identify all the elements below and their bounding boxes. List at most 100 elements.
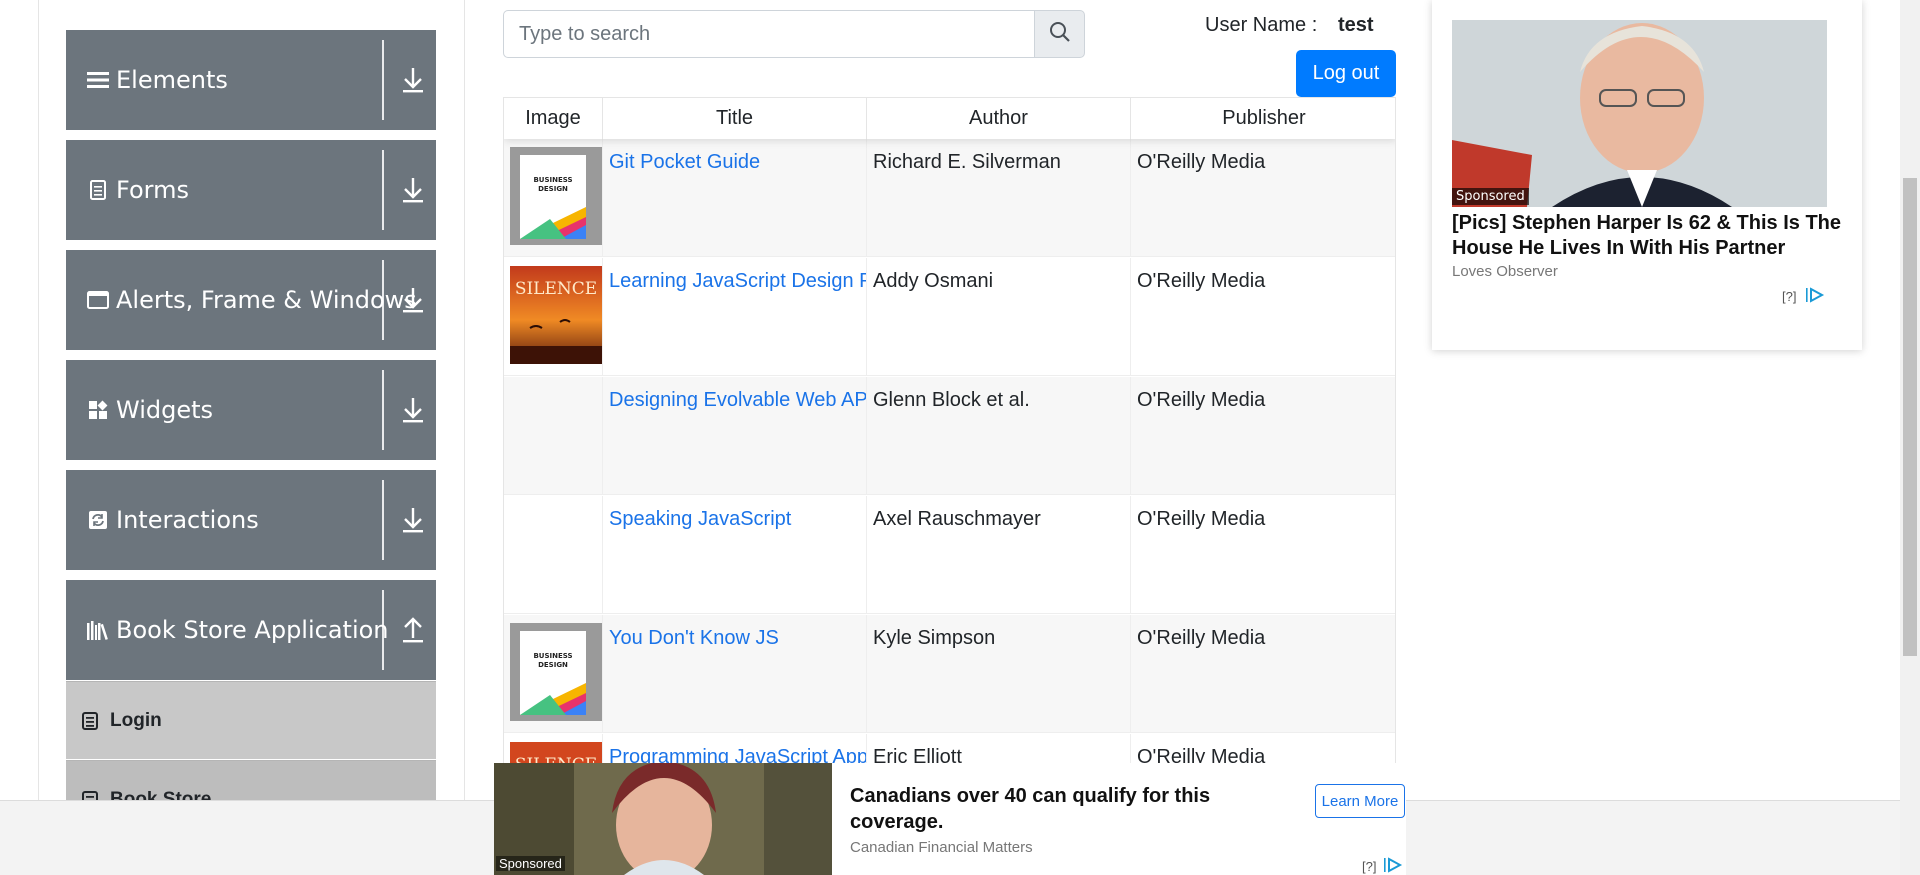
book-cover-image: SILENCE xyxy=(510,266,602,364)
chevron-down-icon[interactable] xyxy=(398,394,428,426)
book-title-link[interactable]: You Don't Know JS xyxy=(609,627,779,649)
book-publisher-cell: O'Reilly Media xyxy=(1137,151,1266,173)
svg-text:SILENCE: SILENCE xyxy=(515,279,597,299)
sponsored-ad[interactable]: Sponsored [Pics] Stephen Harper Is 62 & … xyxy=(1432,0,1862,350)
sidebar-panel: Elements Forms Alerts, Frame & Windows W… xyxy=(38,0,465,860)
sidebar-group-elements[interactable]: Elements xyxy=(66,30,436,130)
list-icon xyxy=(82,711,100,730)
sidebar-group-label: Book Store Application xyxy=(116,616,389,644)
divider xyxy=(382,40,384,120)
sidebar-group-label: Interactions xyxy=(116,506,259,534)
sidebar-group-interactions[interactable]: Interactions xyxy=(66,470,436,570)
chevron-down-icon[interactable] xyxy=(398,64,428,96)
svg-text:DESIGN: DESIGN xyxy=(538,661,568,669)
book-author-cell: Axel Rauschmayer xyxy=(867,496,1131,614)
column-header-publisher[interactable]: Publisher xyxy=(1131,98,1395,139)
divider xyxy=(382,480,384,560)
chevron-down-icon[interactable] xyxy=(398,174,428,206)
svg-text:BUSINESS: BUSINESS xyxy=(533,176,572,184)
svg-text:BUSINESS: BUSINESS xyxy=(533,652,572,660)
ad-choices-link[interactable]: [?] xyxy=(1782,289,1796,304)
bottom-sponsored-ad[interactable]: Sponsored Canadians over 40 can qualify … xyxy=(494,763,1406,875)
divider xyxy=(382,260,384,340)
sponsored-label: Sponsored xyxy=(1452,188,1529,205)
user-name-label: User Name : xyxy=(1205,14,1318,36)
user-name-value: test xyxy=(1338,14,1374,36)
divider xyxy=(382,590,384,670)
ad-headline[interactable]: [Pics] Stephen Harper Is 62 & This Is Th… xyxy=(1452,211,1847,261)
book-title-cell: You Don't Know JS xyxy=(603,615,867,733)
table-row: SILENCE Learning JavaScript Design Patte… xyxy=(504,258,1395,376)
table-header: Image Title Author Publisher xyxy=(504,98,1395,139)
svg-text:DESIGN: DESIGN xyxy=(538,185,568,193)
book-title-cell: Git Pocket Guide xyxy=(603,139,867,257)
document-icon xyxy=(84,176,112,204)
chevron-up-icon[interactable] xyxy=(398,614,428,646)
table-row: Designing Evolvable Web APIs with ASP.NE… xyxy=(504,377,1395,495)
book-publisher-cell: O'Reilly Media xyxy=(1137,270,1266,292)
book-cover-image: BUSINESS DESIGN xyxy=(510,623,602,721)
book-publisher-cell: O'Reilly Media xyxy=(1137,627,1266,649)
hamburger-icon xyxy=(84,66,112,94)
book-publisher-cell: O'Reilly Media xyxy=(1137,389,1266,411)
search-input[interactable] xyxy=(503,10,1034,58)
book-publisher-cell: O'Reilly Media xyxy=(1137,508,1266,530)
book-cover-cell: BUSINESS DESIGN xyxy=(504,139,603,257)
sidebar-item-label: Login xyxy=(110,709,162,731)
ad-headline[interactable]: Canadians over 40 can qualify for this c… xyxy=(850,783,1270,835)
book-title-cell: Learning JavaScript Design Patterns xyxy=(603,258,867,376)
book-cover-cell xyxy=(504,377,603,495)
table-row: BUSINESS DESIGN Git Pocket Guide Richard… xyxy=(504,139,1395,257)
book-author-cell: Richard E. Silverman xyxy=(867,139,1131,257)
sidebar-group-label: Alerts, Frame & Windows xyxy=(116,286,417,314)
search-button[interactable] xyxy=(1034,10,1085,58)
sponsored-label: Sponsored xyxy=(496,856,565,871)
book-cover-image: BUSINESS DESIGN xyxy=(510,147,602,245)
sidebar-group-widgets[interactable]: Widgets xyxy=(66,360,436,460)
chevron-down-icon[interactable] xyxy=(398,504,428,536)
ad-photo[interactable] xyxy=(1452,20,1827,207)
chevron-down-icon[interactable] xyxy=(398,284,428,316)
window-icon xyxy=(84,286,112,314)
book-title-cell: Designing Evolvable Web APIs with ASP.NE… xyxy=(603,377,867,495)
scrollbar-thumb[interactable] xyxy=(1903,178,1917,656)
sidebar-group-alerts[interactable]: Alerts, Frame & Windows xyxy=(66,250,436,350)
book-title-cell: Speaking JavaScript xyxy=(603,496,867,614)
ad-choices-link[interactable]: [?] xyxy=(1362,859,1376,874)
sidebar-group-forms[interactable]: Forms xyxy=(66,140,436,240)
book-cover-cell: SILENCE xyxy=(504,258,603,376)
logout-button[interactable]: Log out xyxy=(1296,50,1396,97)
sync-icon xyxy=(84,506,112,534)
book-title-link[interactable]: Designing Evolvable Web APIs with ASP.NE… xyxy=(609,389,866,411)
adchoices-icon[interactable] xyxy=(1806,287,1826,308)
column-header-image[interactable]: Image xyxy=(504,98,603,139)
sidebar-group-book-store-application[interactable]: Book Store Application xyxy=(66,580,436,680)
sidebar-group-label: Elements xyxy=(116,66,228,94)
book-cover-cell: BUSINESS DESIGN xyxy=(504,615,603,733)
book-author-cell: Glenn Block et al. xyxy=(867,377,1131,495)
book-title-link[interactable]: Git Pocket Guide xyxy=(609,151,760,173)
book-cover-cell xyxy=(504,496,603,614)
sidebar-group-label: Forms xyxy=(116,176,189,204)
ad-source: Loves Observer xyxy=(1452,263,1558,280)
table-row: Speaking JavaScript Axel Rauschmayer O'R… xyxy=(504,496,1395,614)
book-author-cell: Kyle Simpson xyxy=(867,615,1131,733)
ad-source: Canadian Financial Matters xyxy=(850,839,1033,856)
sidebar-group-label: Widgets xyxy=(116,396,214,424)
books-icon xyxy=(84,616,112,644)
books-table: Image Title Author Publisher BUSINESS DE… xyxy=(503,97,1396,875)
sidebar-item-login[interactable]: Login xyxy=(66,681,436,759)
divider xyxy=(382,150,384,230)
adchoices-icon[interactable] xyxy=(1384,857,1404,875)
book-title-link[interactable]: Learning JavaScript Design Patterns xyxy=(609,270,866,292)
book-title-link[interactable]: Speaking JavaScript xyxy=(609,508,791,530)
column-header-title[interactable]: Title xyxy=(603,98,867,139)
learn-more-button[interactable]: Learn More xyxy=(1315,784,1405,818)
book-author-cell: Addy Osmani xyxy=(867,258,1131,376)
column-header-author[interactable]: Author xyxy=(867,98,1131,139)
table-row: BUSINESS DESIGN You Don't Know JS Kyle S… xyxy=(504,615,1395,733)
search-box xyxy=(503,10,1085,58)
widgets-icon xyxy=(84,396,112,424)
divider xyxy=(382,370,384,450)
search-icon xyxy=(1049,21,1071,48)
